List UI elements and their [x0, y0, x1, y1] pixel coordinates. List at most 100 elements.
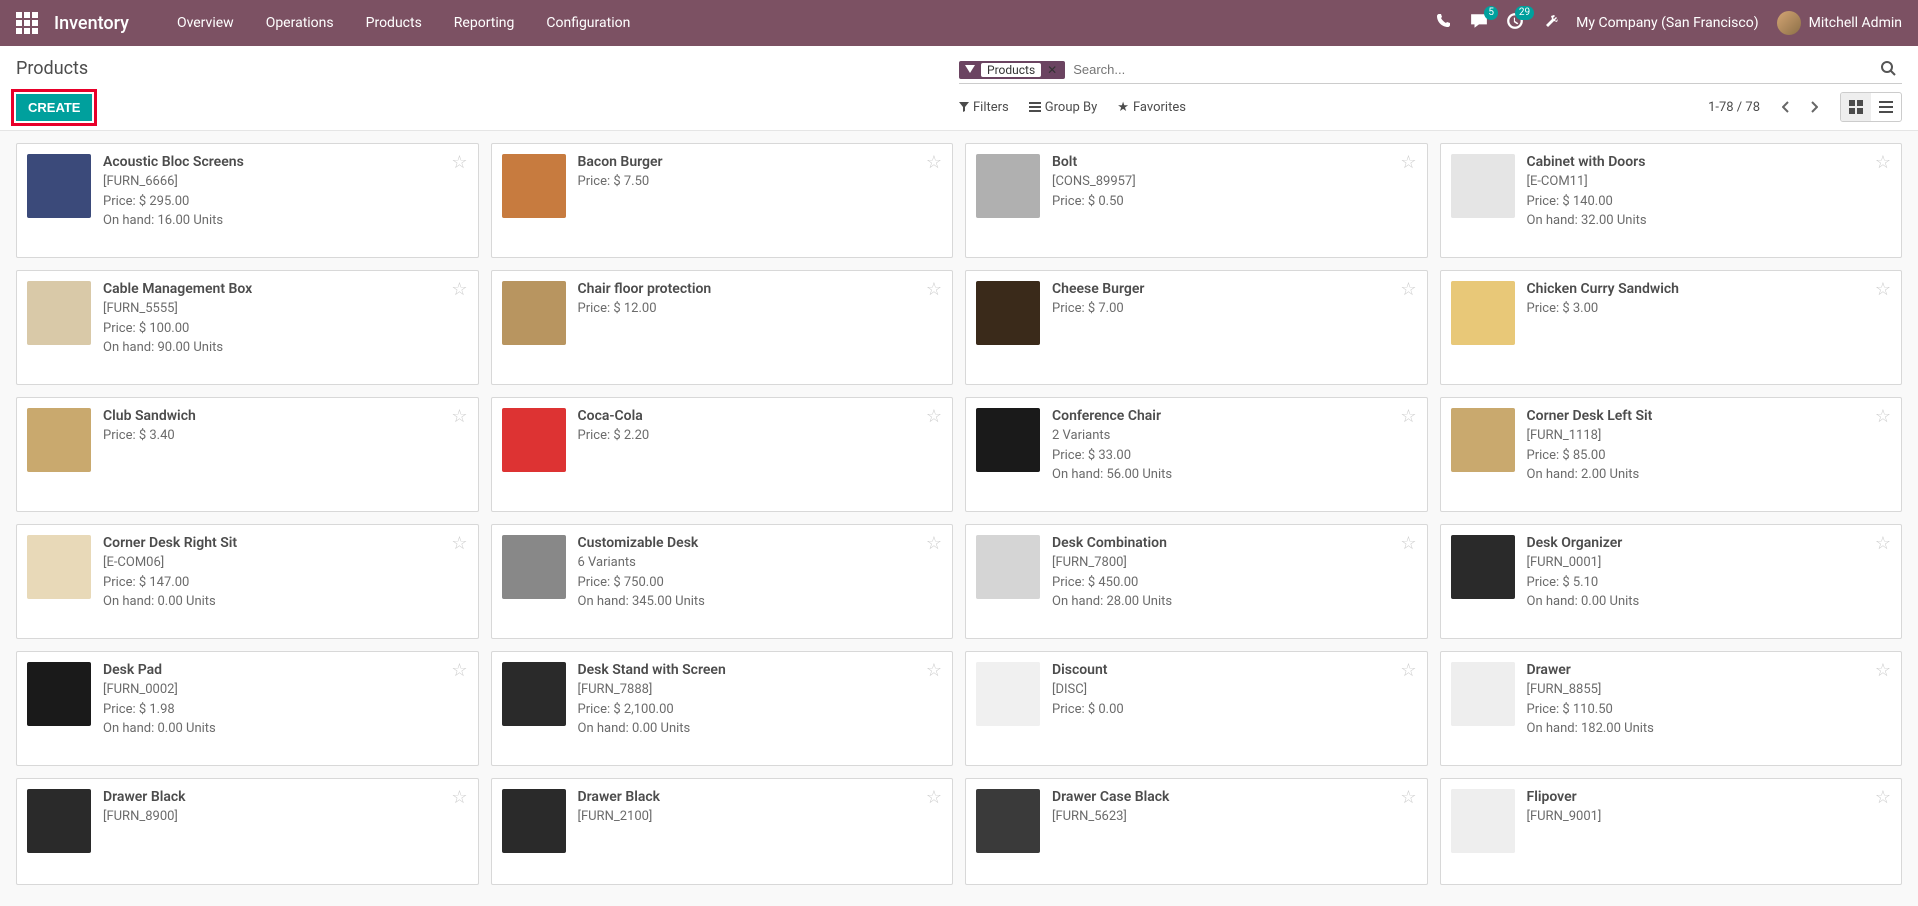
product-card[interactable]: Bolt[CONS_89957]Price: $ 0.50 ☆: [965, 143, 1428, 258]
product-card[interactable]: Corner Desk Left Sit[FURN_1118]Price: $ …: [1440, 397, 1903, 512]
pager-counter[interactable]: 1-78 / 78: [1708, 100, 1760, 115]
favorite-star-icon[interactable]: ☆: [926, 406, 942, 427]
favorite-star-icon[interactable]: ☆: [1875, 279, 1891, 300]
favorite-star-icon[interactable]: ☆: [1400, 660, 1416, 681]
product-onhand: On hand: 2.00 Units: [1527, 465, 1892, 485]
product-card[interactable]: Drawer Black[FURN_8900] ☆: [16, 778, 479, 885]
favorite-star-icon[interactable]: ☆: [926, 152, 942, 173]
settings-icon[interactable]: [1542, 13, 1558, 33]
create-button[interactable]: Create: [16, 94, 92, 121]
nav-products[interactable]: Products: [350, 0, 438, 46]
nav-reporting[interactable]: Reporting: [438, 0, 531, 46]
user-menu[interactable]: Mitchell Admin: [1777, 11, 1902, 35]
product-card[interactable]: Corner Desk Right Sit[E-COM06]Price: $ 1…: [16, 524, 479, 639]
favorite-star-icon[interactable]: ☆: [1875, 787, 1891, 808]
phone-icon[interactable]: [1436, 13, 1452, 33]
product-price: Price: $ 7.50: [578, 172, 943, 192]
product-body: Desk Pad[FURN_0002]Price: $ 1.98On hand:…: [103, 662, 468, 755]
messages-badge: 5: [1484, 6, 1498, 20]
nav-operations[interactable]: Operations: [250, 0, 350, 46]
product-card[interactable]: Acoustic Bloc Screens[FURN_6666]Price: $…: [16, 143, 479, 258]
product-ref: [FURN_5555]: [103, 299, 468, 319]
favorite-star-icon[interactable]: ☆: [1400, 152, 1416, 173]
favorite-star-icon[interactable]: ☆: [1400, 406, 1416, 427]
search-facet[interactable]: Products ✕: [959, 61, 1065, 79]
product-card[interactable]: Coca-ColaPrice: $ 2.20 ☆: [491, 397, 954, 512]
favorite-star-icon[interactable]: ☆: [1875, 660, 1891, 681]
company-selector[interactable]: My Company (San Francisco): [1576, 15, 1758, 31]
product-image: [502, 408, 566, 472]
product-card[interactable]: Desk Organizer[FURN_0001]Price: $ 5.10On…: [1440, 524, 1903, 639]
product-body: Desk Combination[FURN_7800]Price: $ 450.…: [1052, 535, 1417, 628]
product-onhand: On hand: 28.00 Units: [1052, 592, 1417, 612]
search-icon[interactable]: [1874, 60, 1902, 80]
product-card[interactable]: Cable Management Box[FURN_5555]Price: $ …: [16, 270, 479, 385]
product-body: Drawer Black[FURN_8900]: [103, 789, 468, 874]
favorite-star-icon[interactable]: ☆: [1875, 533, 1891, 554]
product-onhand: On hand: 345.00 Units: [578, 592, 943, 612]
product-card[interactable]: Cabinet with Doors[E-COM11]Price: $ 140.…: [1440, 143, 1903, 258]
favorite-star-icon[interactable]: ☆: [1875, 406, 1891, 427]
control-panel: Products Products ✕ Create: [0, 46, 1918, 131]
favorite-star-icon[interactable]: ☆: [926, 279, 942, 300]
pager-next-icon[interactable]: [1800, 93, 1828, 121]
nav-overview[interactable]: Overview: [161, 0, 250, 46]
nav-configuration[interactable]: Configuration: [530, 0, 646, 46]
product-card[interactable]: Desk Pad[FURN_0002]Price: $ 1.98On hand:…: [16, 651, 479, 766]
product-card[interactable]: Drawer[FURN_8855]Price: $ 110.50On hand:…: [1440, 651, 1903, 766]
activities-icon[interactable]: 29: [1506, 12, 1524, 34]
kanban-view-icon[interactable]: [1841, 93, 1871, 121]
product-card[interactable]: Desk Combination[FURN_7800]Price: $ 450.…: [965, 524, 1428, 639]
favorite-star-icon[interactable]: ☆: [451, 787, 467, 808]
activities-badge: 29: [1515, 6, 1534, 20]
product-ref: [E-COM06]: [103, 553, 468, 573]
product-card[interactable]: Chicken Curry SandwichPrice: $ 3.00 ☆: [1440, 270, 1903, 385]
search-box[interactable]: Products ✕: [959, 58, 1902, 84]
app-title[interactable]: Inventory: [54, 13, 129, 34]
product-name: Bacon Burger: [578, 154, 943, 170]
product-price: Price: $ 0.50: [1052, 192, 1417, 212]
apps-icon[interactable]: [16, 12, 38, 34]
product-card[interactable]: Drawer Black[FURN_2100] ☆: [491, 778, 954, 885]
product-card[interactable]: Drawer Case Black[FURN_5623] ☆: [965, 778, 1428, 885]
product-card[interactable]: Discount[DISC]Price: $ 0.00 ☆: [965, 651, 1428, 766]
product-card[interactable]: Chair floor protectionPrice: $ 12.00 ☆: [491, 270, 954, 385]
product-card[interactable]: Conference Chair2 VariantsPrice: $ 33.00…: [965, 397, 1428, 512]
product-image: [1451, 662, 1515, 726]
favorite-star-icon[interactable]: ☆: [1400, 787, 1416, 808]
product-image: [976, 535, 1040, 599]
product-card[interactable]: Customizable Desk6 VariantsPrice: $ 750.…: [491, 524, 954, 639]
favorite-star-icon[interactable]: ☆: [1400, 533, 1416, 554]
filters-button[interactable]: Filters: [959, 100, 1009, 115]
product-image: [976, 281, 1040, 345]
search-input[interactable]: [1065, 58, 1874, 81]
search-facet-close-icon[interactable]: ✕: [1045, 63, 1059, 77]
product-card[interactable]: Desk Stand with Screen[FURN_7888]Price: …: [491, 651, 954, 766]
groupby-button[interactable]: Group By: [1029, 100, 1098, 115]
messages-icon[interactable]: 5: [1470, 12, 1488, 34]
favorite-star-icon[interactable]: ☆: [926, 533, 942, 554]
favorite-star-icon[interactable]: ☆: [1400, 279, 1416, 300]
product-card[interactable]: Bacon Burger Price: $ 7.50 ☆: [491, 143, 954, 258]
product-onhand: On hand: 0.00 Units: [103, 719, 468, 739]
favorite-star-icon[interactable]: ☆: [451, 406, 467, 427]
product-name: Drawer: [1527, 662, 1892, 678]
favorite-star-icon[interactable]: ☆: [1875, 152, 1891, 173]
product-body: Discount[DISC]Price: $ 0.00: [1052, 662, 1417, 755]
list-view-icon[interactable]: [1871, 93, 1901, 121]
product-variants: 2 Variants: [1052, 426, 1417, 446]
product-card[interactable]: Flipover[FURN_9001] ☆: [1440, 778, 1903, 885]
pager-prev-icon[interactable]: [1772, 93, 1800, 121]
product-ref: [FURN_0001]: [1527, 553, 1892, 573]
favorite-star-icon[interactable]: ☆: [451, 279, 467, 300]
favorite-star-icon[interactable]: ☆: [451, 660, 467, 681]
product-card[interactable]: Club SandwichPrice: $ 3.40 ☆: [16, 397, 479, 512]
favorite-star-icon[interactable]: ☆: [926, 660, 942, 681]
product-card[interactable]: Cheese BurgerPrice: $ 7.00 ☆: [965, 270, 1428, 385]
favorite-star-icon[interactable]: ☆: [451, 533, 467, 554]
favorites-button[interactable]: ★ Favorites: [1117, 100, 1186, 115]
product-price: Price: $ 1.98: [103, 700, 468, 720]
product-price: Price: $ 5.10: [1527, 573, 1892, 593]
favorite-star-icon[interactable]: ☆: [451, 152, 467, 173]
favorite-star-icon[interactable]: ☆: [926, 787, 942, 808]
